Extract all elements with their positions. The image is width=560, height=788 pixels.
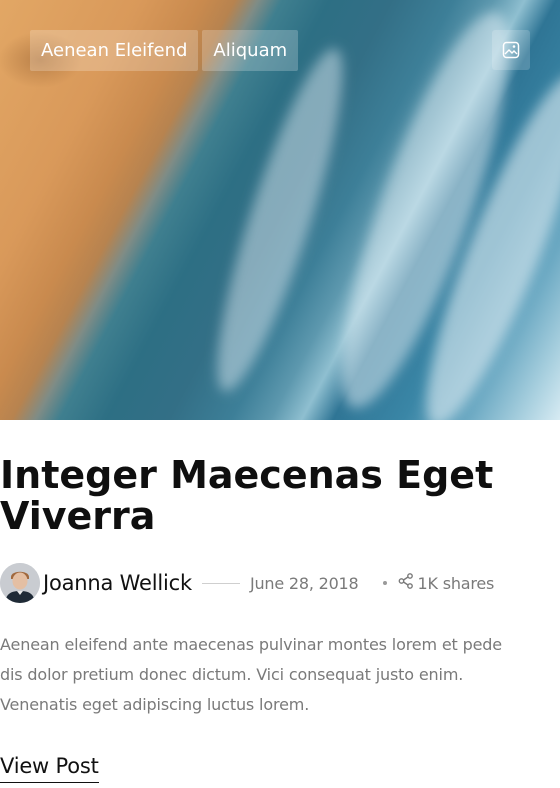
view-post-link[interactable]: View Post	[0, 754, 99, 783]
tag-list: Aenean Eleifend Aliquam	[30, 30, 299, 71]
tag-aliquam[interactable]: Aliquam	[202, 30, 299, 71]
excerpt-line: Aenean eleifend ante maecenas pulvinar m…	[0, 635, 503, 654]
post-title-line2: Viverra	[0, 494, 156, 538]
post-meta: Joanna Wellick June 28, 2018 1K shares	[0, 562, 560, 604]
excerpt-line: Venenatis eget adipiscing luctus lorem.	[0, 695, 310, 714]
avatar[interactable]	[0, 563, 40, 603]
author-name[interactable]: Joanna Wellick	[43, 571, 192, 595]
post-title[interactable]: Integer Maecenas Eget Viverra	[0, 455, 540, 537]
meta-divider	[201, 582, 240, 584]
wave-foam	[195, 39, 365, 401]
shares-link[interactable]: 1K shares	[397, 572, 495, 594]
post-excerpt: Aenean eleifend ante maecenas pulvinar m…	[0, 630, 556, 720]
excerpt-line: dis dolor pretium donec dictum. Vici con…	[0, 665, 464, 684]
shares-count: 1K shares	[417, 573, 495, 593]
post-title-line1: Integer Maecenas Eget	[0, 453, 494, 497]
meta-dot	[382, 581, 387, 585]
featured-image[interactable]: Aenean Eleifend Aliquam	[0, 0, 560, 420]
tag-aenean-eleifend[interactable]: Aenean Eleifend	[30, 30, 199, 71]
image-icon[interactable]	[492, 30, 530, 70]
post-date: June 28, 2018	[249, 573, 359, 593]
share-icon	[397, 572, 415, 594]
